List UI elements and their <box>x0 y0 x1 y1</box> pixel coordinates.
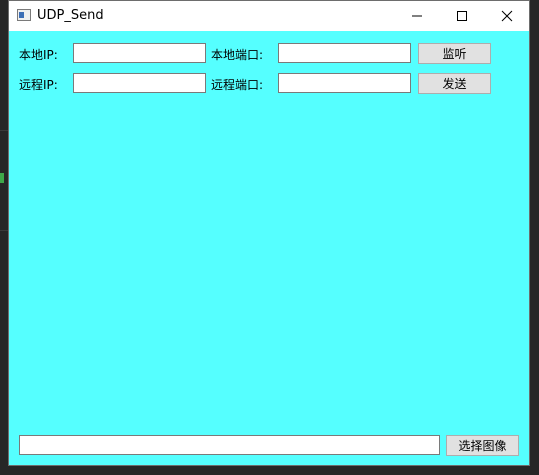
minimize-button[interactable] <box>395 1 439 31</box>
close-icon <box>501 10 513 22</box>
window-title: UDP_Send <box>37 8 104 23</box>
send-button[interactable]: 发送 <box>418 73 491 94</box>
close-button[interactable] <box>485 1 529 31</box>
desktop-divider <box>0 130 8 131</box>
remote-ip-input[interactable] <box>73 73 206 93</box>
maximize-icon <box>457 11 467 21</box>
select-image-button[interactable]: 选择图像 <box>446 435 519 456</box>
title-bar[interactable]: UDP_Send <box>9 1 529 31</box>
minimize-icon <box>412 15 422 17</box>
desktop-divider <box>0 230 8 231</box>
maximize-button[interactable] <box>440 1 484 31</box>
udp-send-window: UDP_Send 本地IP: 本地端口: 监听 远程IP: 远程端口: 发送 选… <box>8 0 530 466</box>
desktop-text-fragment <box>0 173 4 183</box>
local-port-label: 本地端口: <box>211 48 264 62</box>
remote-port-label: 远程端口: <box>211 78 264 92</box>
local-port-input[interactable] <box>278 43 411 63</box>
app-window-icon <box>17 9 31 21</box>
local-ip-label: 本地IP: <box>19 48 58 62</box>
listen-button[interactable]: 监听 <box>418 43 491 64</box>
remote-ip-label: 远程IP: <box>19 78 58 92</box>
image-path-input[interactable] <box>19 435 440 455</box>
remote-port-input[interactable] <box>278 73 411 93</box>
local-ip-input[interactable] <box>73 43 206 63</box>
